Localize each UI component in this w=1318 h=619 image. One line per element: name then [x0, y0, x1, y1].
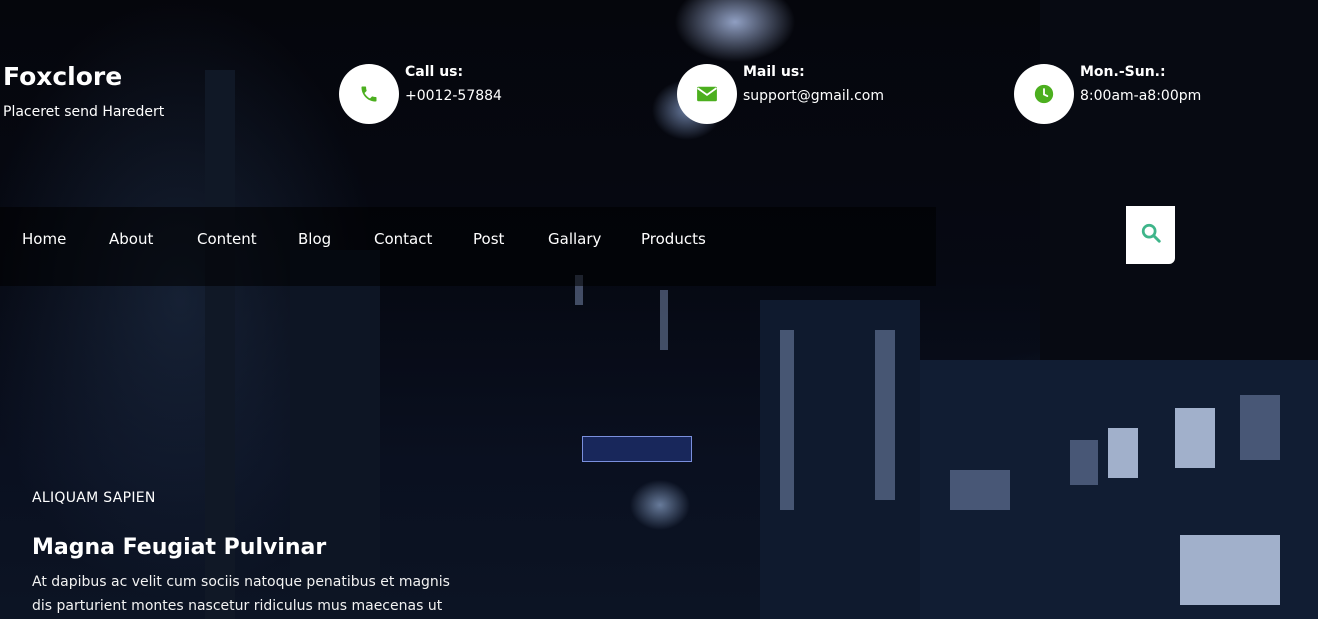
- contact-phone: Call us: +0012-57884: [339, 64, 502, 124]
- clock-icon-circle: [1014, 64, 1074, 124]
- hero-body: At dapibus ac velit cum sociis natoque p…: [32, 570, 472, 618]
- site-title[interactable]: Foxclore: [3, 60, 164, 94]
- lit-window: [1108, 428, 1138, 478]
- site-tagline: Placeret send Haredert: [3, 104, 165, 120]
- contact-mail-label: Mail us:: [743, 64, 805, 80]
- building-silhouette: [1040, 0, 1318, 360]
- hero-kicker: ALIQUAM SAPIEN: [32, 490, 156, 506]
- nav-item-blog[interactable]: Blog: [298, 231, 331, 247]
- lit-window: [1175, 408, 1215, 468]
- contact-hours-label: Mon.-Sun.:: [1080, 64, 1166, 80]
- nav-item-contact[interactable]: Contact: [374, 231, 432, 247]
- lit-window: [1240, 395, 1280, 460]
- hero-section: Foxclore Placeret send Haredert Call us:…: [0, 0, 1318, 619]
- nav-item-content[interactable]: Content: [197, 231, 257, 247]
- lit-window: [1180, 535, 1280, 605]
- nav-item-gallary[interactable]: Gallary: [548, 231, 601, 247]
- street-sign: [582, 436, 692, 462]
- nav-item-products[interactable]: Products: [641, 231, 706, 247]
- envelope-icon-circle: [677, 64, 737, 124]
- hero-body-line: At dapibus ac velit cum sociis natoque p…: [32, 574, 450, 590]
- nav-item-home[interactable]: Home: [22, 231, 66, 247]
- phone-icon: [359, 84, 379, 104]
- phone-icon-circle: [339, 64, 399, 124]
- brand-block: Foxclore Placeret send Haredert: [3, 60, 164, 122]
- envelope-icon: [696, 85, 718, 103]
- contact-hours: Mon.-Sun.: 8:00am-a8:00pm: [1014, 64, 1201, 124]
- lit-window: [1070, 440, 1098, 485]
- hero-headline: Magna Feugiat Pulvinar: [32, 535, 327, 560]
- search-button[interactable]: [1126, 206, 1175, 264]
- contact-phone-value[interactable]: +0012-57884: [405, 87, 502, 105]
- contact-hours-value: 8:00am-a8:00pm: [1080, 88, 1202, 104]
- contact-mail: Mail us: support@gmail.com: [677, 64, 884, 124]
- lit-window: [780, 330, 794, 510]
- lit-window: [875, 330, 895, 500]
- lit-window: [660, 290, 668, 350]
- hero-body-line: dis parturient montes nascetur ridiculus…: [32, 598, 443, 614]
- hero-caption: ALIQUAM SAPIEN Magna Feugiat Pulvinar At…: [32, 489, 472, 618]
- nav-item-about[interactable]: About: [109, 231, 153, 247]
- contact-phone-label: Call us:: [405, 64, 464, 80]
- clock-icon: [1034, 84, 1054, 104]
- main-nav: Home About Content Blog Contact Post Gal…: [0, 207, 936, 286]
- lit-window: [950, 470, 1010, 510]
- contact-mail-value[interactable]: support@gmail.com: [743, 87, 884, 105]
- search-icon: [1140, 222, 1162, 248]
- nav-item-post[interactable]: Post: [473, 231, 504, 247]
